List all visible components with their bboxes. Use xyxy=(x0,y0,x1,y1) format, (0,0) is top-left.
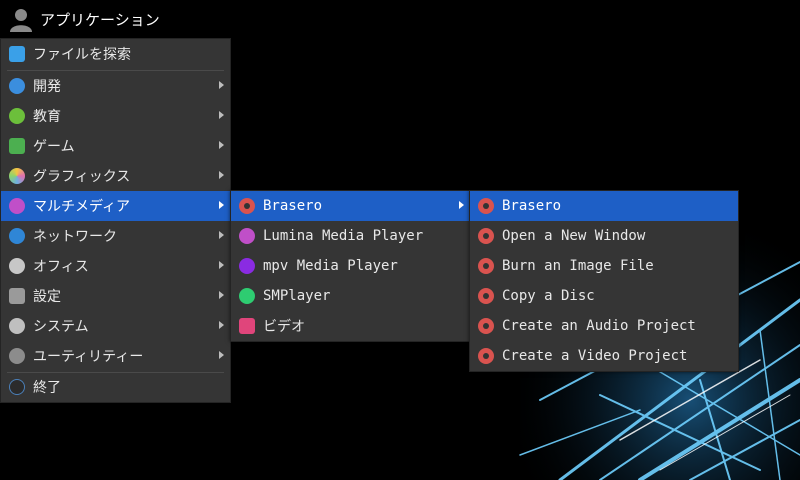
menu-item-label: ファイルを探索 xyxy=(33,47,131,63)
hammer-icon xyxy=(9,78,25,94)
disc-icon xyxy=(478,228,494,244)
music-icon xyxy=(239,228,255,244)
menu-item-smplayer[interactable]: SMPlayer xyxy=(231,281,470,311)
submenu-arrow-icon xyxy=(219,231,224,239)
video-icon xyxy=(239,318,255,334)
submenu-arrow-icon xyxy=(219,171,224,179)
menu-item-label: マルチメディア xyxy=(33,199,131,215)
menu-item-label: システム xyxy=(33,319,89,335)
menu-item-development[interactable]: 開発 xyxy=(1,71,230,101)
menu-item-brasero-app[interactable]: Brasero xyxy=(470,191,738,221)
tools-icon xyxy=(9,348,25,364)
menu-item-label: Brasero xyxy=(263,198,323,214)
menu-item-label: Brasero xyxy=(502,198,562,214)
multimedia-submenu: Brasero Lumina Media Player mpv Media Pl… xyxy=(230,190,471,342)
menu-item-label: Open a New Window xyxy=(502,228,646,244)
menu-item-label: Copy a Disc xyxy=(502,288,595,304)
music-icon xyxy=(9,198,25,214)
clip-icon xyxy=(9,258,25,274)
menu-item-label: Burn an Image File xyxy=(502,258,654,274)
menu-item-label: Lumina Media Player xyxy=(263,228,424,244)
submenu-arrow-icon xyxy=(219,111,224,119)
gear-icon xyxy=(9,318,25,334)
smplayer-icon xyxy=(239,288,255,304)
logout-icon xyxy=(9,379,25,395)
brasero-submenu: Brasero Open a New Window Burn an Image … xyxy=(469,190,739,372)
menu-item-file-search[interactable]: ファイルを探索 xyxy=(1,39,230,69)
menu-item-label: 設定 xyxy=(33,289,61,305)
menu-item-office[interactable]: オフィス xyxy=(1,251,230,281)
disc-icon xyxy=(478,348,494,364)
menu-item-graphics[interactable]: グラフィックス xyxy=(1,161,230,191)
menu-item-settings[interactable]: 設定 xyxy=(1,281,230,311)
menu-item-video[interactable]: ビデオ xyxy=(231,311,470,341)
menu-item-multimedia[interactable]: マルチメディア xyxy=(1,191,230,221)
menu-item-label: グラフィックス xyxy=(33,169,131,185)
menu-item-utilities[interactable]: ユーティリティー xyxy=(1,341,230,371)
disc-icon xyxy=(478,198,494,214)
menu-item-label: オフィス xyxy=(33,259,89,275)
user-icon xyxy=(10,9,32,32)
submenu-arrow-icon xyxy=(219,291,224,299)
gamepad-icon xyxy=(9,138,25,154)
menu-item-mpv-media-player[interactable]: mpv Media Player xyxy=(231,251,470,281)
submenu-arrow-icon xyxy=(219,261,224,269)
home-folder-icon xyxy=(9,46,25,62)
play-icon xyxy=(239,258,255,274)
menu-item-label: 開発 xyxy=(33,79,61,95)
menu-item-logout[interactable]: 終了 xyxy=(1,372,230,402)
disc-icon xyxy=(239,198,255,214)
menu-item-label: SMPlayer xyxy=(263,288,331,304)
menu-item-games[interactable]: ゲーム xyxy=(1,131,230,161)
submenu-arrow-icon xyxy=(219,351,224,359)
submenu-arrow-icon xyxy=(219,141,224,149)
menu-item-label: ゲーム xyxy=(33,139,75,155)
menu-item-create-video-project[interactable]: Create a Video Project xyxy=(470,341,738,371)
menu-item-brasero[interactable]: Brasero xyxy=(231,191,470,221)
disc-icon xyxy=(478,318,494,334)
menu-item-lumina-media-player[interactable]: Lumina Media Player xyxy=(231,221,470,251)
menu-item-label: 終了 xyxy=(33,380,61,396)
submenu-arrow-icon xyxy=(219,321,224,329)
menu-item-label: Create an Audio Project xyxy=(502,318,696,334)
submenu-arrow-icon xyxy=(219,201,224,209)
menu-item-label: mpv Media Player xyxy=(263,258,398,274)
globe-icon xyxy=(9,228,25,244)
menu-item-label: 教育 xyxy=(33,109,61,125)
menu-item-label: ユーティリティー xyxy=(33,349,144,365)
applications-label: アプリケーション xyxy=(40,10,160,29)
menu-item-system[interactable]: システム xyxy=(1,311,230,341)
disc-icon xyxy=(478,258,494,274)
menu-item-copy-disc[interactable]: Copy a Disc xyxy=(470,281,738,311)
menu-item-create-audio-project[interactable]: Create an Audio Project xyxy=(470,311,738,341)
menu-item-label: Create a Video Project xyxy=(502,348,688,364)
apple-icon xyxy=(9,108,25,124)
menu-item-open-new-window[interactable]: Open a New Window xyxy=(470,221,738,251)
applications-button[interactable]: アプリケーション xyxy=(0,0,240,38)
submenu-arrow-icon xyxy=(459,201,464,209)
settings-icon xyxy=(9,288,25,304)
menu-item-label: ビデオ xyxy=(263,319,305,335)
menu-item-education[interactable]: 教育 xyxy=(1,101,230,131)
menu-item-burn-image-file[interactable]: Burn an Image File xyxy=(470,251,738,281)
palette-icon xyxy=(9,168,25,184)
applications-menu: ファイルを探索 開発 教育 ゲーム グラフィックス マルチメディア ネットワーク… xyxy=(0,38,231,403)
disc-icon xyxy=(478,288,494,304)
menu-item-label: ネットワーク xyxy=(33,229,117,245)
submenu-arrow-icon xyxy=(219,81,224,89)
menu-item-network[interactable]: ネットワーク xyxy=(1,221,230,251)
